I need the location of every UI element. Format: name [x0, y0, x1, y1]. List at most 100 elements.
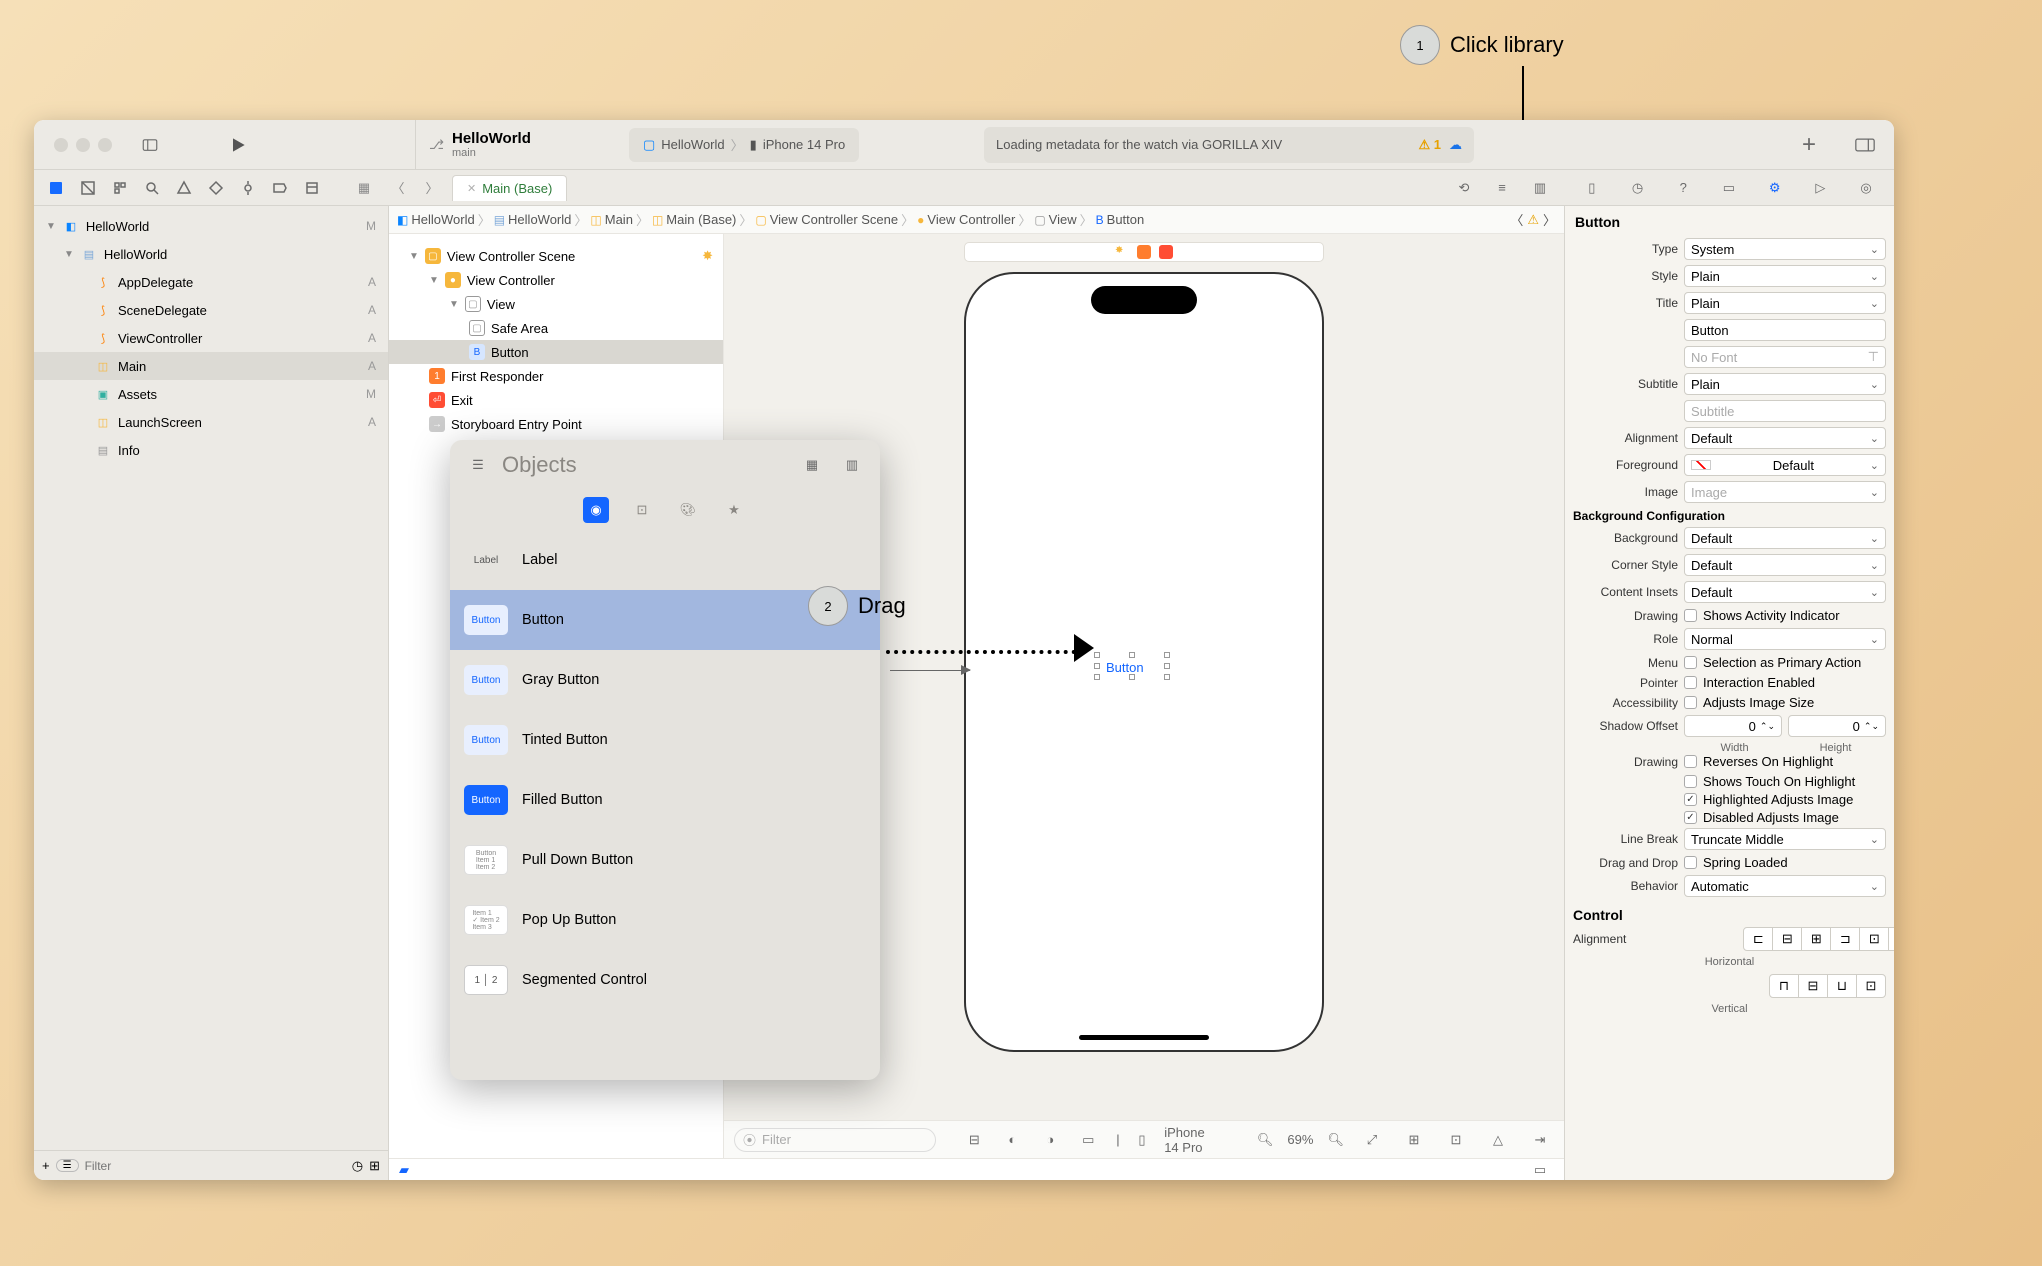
- size-inspector-icon[interactable]: ▷: [1809, 174, 1831, 202]
- subtitle-input[interactable]: Subtitle: [1684, 400, 1886, 422]
- library-objects-tab[interactable]: ◉: [583, 497, 609, 523]
- report-nav-icon[interactable]: [300, 176, 324, 200]
- outline-filter[interactable]: ⦿ Filter: [734, 1128, 936, 1152]
- debug-nav-icon[interactable]: [236, 176, 260, 200]
- library-grid-icon[interactable]: ▦: [798, 451, 826, 479]
- image-select[interactable]: Image: [1684, 481, 1886, 503]
- nav-file-viewcontroller[interactable]: ⟆ViewControllerA: [34, 324, 388, 352]
- editor-tab[interactable]: ✕ Main (Base): [452, 175, 567, 201]
- nav-file-appdelegate[interactable]: ⟆AppDelegateA: [34, 268, 388, 296]
- test-nav-icon[interactable]: [204, 176, 228, 200]
- toggle-debug-icon[interactable]: ▭: [1526, 1156, 1554, 1181]
- constraints-icon-1[interactable]: ⤢: [1358, 1126, 1386, 1154]
- scheme-selector[interactable]: ⎇ HelloWorld main: [429, 130, 531, 159]
- scene-dock[interactable]: ✸: [964, 242, 1324, 262]
- navigator-filter-input[interactable]: [85, 1159, 346, 1173]
- window-traffic-lights[interactable]: [54, 138, 112, 152]
- project-nav-icon[interactable]: [44, 176, 68, 200]
- library-media-tab[interactable]: ⊡: [629, 497, 655, 523]
- symbol-nav-icon[interactable]: [108, 176, 132, 200]
- toggle-inspector-icon[interactable]: [1851, 131, 1879, 159]
- zoom-out-icon[interactable]: 🔍︎: [1257, 1126, 1274, 1154]
- file-inspector-icon[interactable]: ▯: [1581, 174, 1603, 202]
- outline-safearea[interactable]: ▢Safe Area: [389, 316, 723, 340]
- library-item-segmented[interactable]: 1 │ 2Segmented Control: [450, 950, 880, 1010]
- library-item-label[interactable]: LabelLabel: [450, 530, 880, 590]
- scm-filter-icon[interactable]: ⊞: [369, 1158, 380, 1174]
- library-item-gray-button[interactable]: ButtonGray Button: [450, 650, 880, 710]
- title-style-select[interactable]: Plain: [1684, 292, 1886, 314]
- device-label[interactable]: iPhone 14 Pro: [1164, 1125, 1213, 1155]
- related-items-icon[interactable]: ▦: [350, 174, 378, 202]
- outline-entry-point[interactable]: →Storyboard Entry Point: [389, 412, 723, 436]
- nav-file-scenedelegate[interactable]: ⟆SceneDelegateA: [34, 296, 388, 324]
- spring-loaded-checkbox[interactable]: [1684, 856, 1697, 869]
- horizontal-alignment[interactable]: ⊏⊟⊞⊐⊡⊠: [1743, 927, 1894, 951]
- shows-touch-checkbox[interactable]: [1684, 775, 1697, 788]
- menu-checkbox[interactable]: [1684, 656, 1697, 669]
- run-destination[interactable]: ▢ HelloWorld 〉 ▮ iPhone 14 Pro: [629, 128, 859, 162]
- behavior-select[interactable]: Automatic: [1684, 875, 1886, 897]
- title-text-input[interactable]: Button: [1684, 319, 1886, 341]
- project-navigator-tree[interactable]: ▼◧HelloWorldM ▼▤HelloWorld ⟆AppDelegateA…: [34, 206, 388, 1150]
- library-detail-icon[interactable]: ▥: [838, 451, 866, 479]
- corner-style-select[interactable]: Default: [1684, 554, 1886, 576]
- outline-exit[interactable]: ⏎Exit: [389, 388, 723, 412]
- highlighted-adj-checkbox[interactable]: ✓: [1684, 793, 1697, 806]
- embed-icon[interactable]: ⇥: [1526, 1126, 1554, 1154]
- issue-nav-icon[interactable]: [172, 176, 196, 200]
- find-nav-icon[interactable]: [140, 176, 164, 200]
- debug-indicator-icon[interactable]: ▰: [399, 1162, 409, 1178]
- cloud-icon[interactable]: ☁︎: [1449, 137, 1462, 153]
- library-color-tab[interactable]: 🎨︎: [675, 497, 701, 523]
- library-snippets-tab[interactable]: ★: [721, 497, 747, 523]
- constraints-icon-4[interactable]: △: [1484, 1126, 1512, 1154]
- constraints-icon-2[interactable]: ⊞: [1400, 1126, 1428, 1154]
- refresh-icon[interactable]: ⟲: [1450, 174, 1478, 202]
- foreground-select[interactable]: Default: [1684, 454, 1886, 476]
- autolayout-icon-3[interactable]: ◑: [1036, 1126, 1064, 1154]
- nav-folder[interactable]: ▼▤HelloWorld: [34, 240, 388, 268]
- font-input[interactable]: No Font⊤: [1684, 346, 1886, 368]
- forward-button[interactable]: 〉: [418, 174, 446, 202]
- reverses-checkbox[interactable]: [1684, 755, 1697, 768]
- add-editor-icon[interactable]: ▥: [1526, 174, 1554, 202]
- nav-file-info[interactable]: ▤Info: [34, 436, 388, 464]
- nav-file-assets[interactable]: ▣AssetsM: [34, 380, 388, 408]
- connections-inspector-icon[interactable]: ◎: [1855, 174, 1877, 202]
- zoom-value[interactable]: 69%: [1287, 1132, 1313, 1147]
- pointer-checkbox[interactable]: [1684, 676, 1697, 689]
- activity-indicator-checkbox[interactable]: [1684, 609, 1697, 622]
- nav-file-main[interactable]: ◫MainA: [34, 352, 388, 380]
- library-item-pulldown[interactable]: ButtonItem 1Item 2Pull Down Button: [450, 830, 880, 890]
- library-button[interactable]: +: [1794, 131, 1824, 159]
- run-button[interactable]: [224, 131, 252, 159]
- nav-file-launchscreen[interactable]: ◫LaunchScreenA: [34, 408, 388, 436]
- breakpoint-nav-icon[interactable]: [268, 176, 292, 200]
- zoom-in-icon[interactable]: 🔍︎: [1327, 1126, 1344, 1154]
- add-icon[interactable]: +: [42, 1158, 50, 1173]
- recent-icon[interactable]: ◷: [352, 1158, 363, 1174]
- vertical-alignment[interactable]: ⊓⊟⊔⊡: [1769, 974, 1886, 998]
- outline-first-responder[interactable]: 1First Responder: [389, 364, 723, 388]
- type-select[interactable]: System: [1684, 238, 1886, 260]
- disabled-adj-checkbox[interactable]: ✓: [1684, 811, 1697, 824]
- alignment-select[interactable]: Default: [1684, 427, 1886, 449]
- history-inspector-icon[interactable]: ◷: [1627, 174, 1649, 202]
- outline-button[interactable]: BButton: [389, 340, 723, 364]
- autolayout-icon-4[interactable]: ▭: [1074, 1126, 1102, 1154]
- linebreak-select[interactable]: Truncate Middle: [1684, 828, 1886, 850]
- device-icon[interactable]: ▯: [1134, 1126, 1151, 1154]
- library-item-tinted-button[interactable]: ButtonTinted Button: [450, 710, 880, 770]
- toggle-navigator-icon[interactable]: [136, 131, 164, 159]
- library-menu-icon[interactable]: ☰: [464, 451, 492, 479]
- background-select[interactable]: Default: [1684, 527, 1886, 549]
- jump-bar[interactable]: ◧HelloWorld〉 ▤HelloWorld〉 ◫Main〉 ◫Main (…: [389, 206, 1564, 234]
- role-select[interactable]: Normal: [1684, 628, 1886, 650]
- help-inspector-icon[interactable]: ?: [1672, 174, 1694, 202]
- library-item-filled-button[interactable]: ButtonFilled Button: [450, 770, 880, 830]
- attributes-inspector-icon[interactable]: ⚙︎: [1764, 174, 1786, 202]
- outline-scene[interactable]: ▼▢View Controller Scene✸: [389, 244, 723, 268]
- warning-badge[interactable]: ⚠︎ 1: [1418, 137, 1441, 153]
- autolayout-icon-1[interactable]: ⊟: [960, 1126, 988, 1154]
